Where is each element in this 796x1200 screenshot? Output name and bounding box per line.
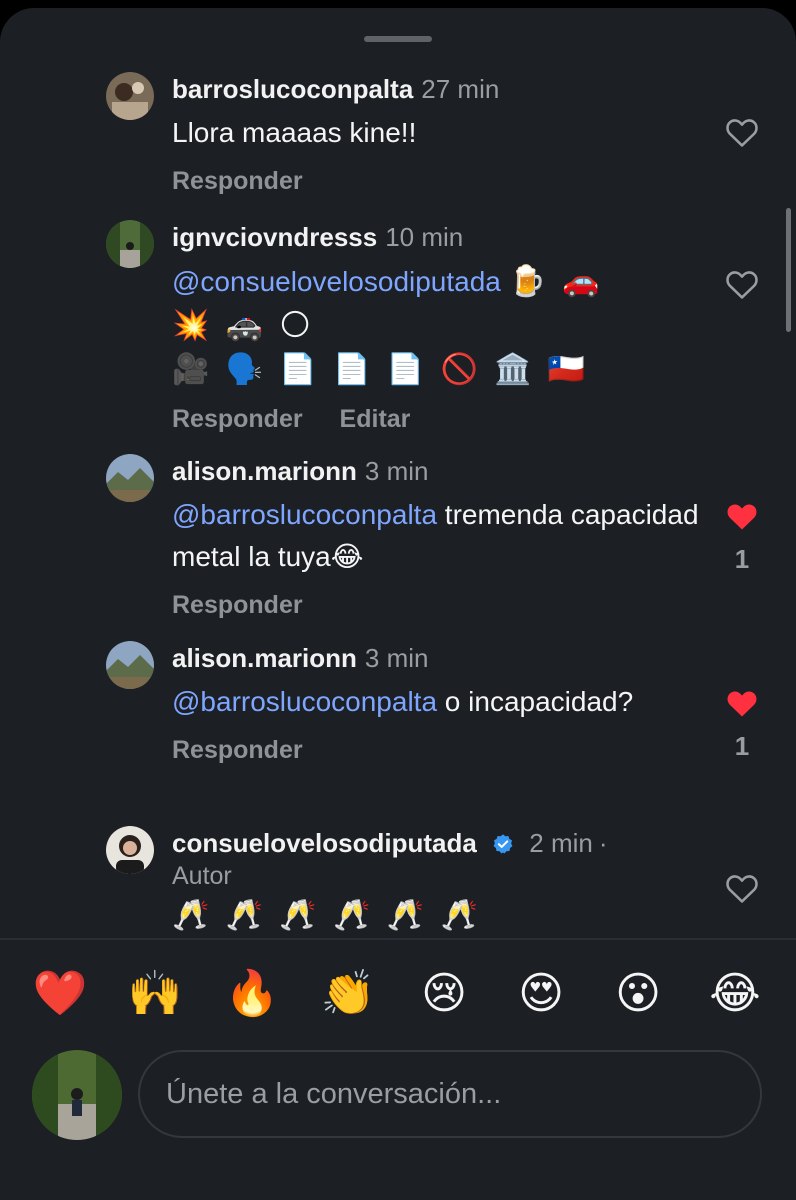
emoji-text: 🎥 🗣️ 📄 📄 📄 🚫 🏛️ 🇨🇱 — [172, 353, 590, 386]
comment-time: 27 min — [421, 74, 500, 104]
verified-badge-icon — [493, 834, 513, 854]
avatar[interactable] — [106, 641, 154, 689]
reaction-raised-hands-button[interactable]: 🙌 — [127, 966, 183, 1022]
mention-link[interactable]: @barroslucoconpalta — [172, 499, 437, 530]
comment-composer: Únete a la conversación... — [0, 1050, 796, 1142]
reaction-heart-button[interactable]: ❤️ — [32, 966, 88, 1022]
like-button[interactable] — [722, 872, 762, 904]
heart-outline-icon — [726, 119, 758, 147]
current-user-avatar[interactable] — [32, 1050, 122, 1140]
like-count: 1 — [734, 731, 750, 761]
emoji-text: 🍺 🚗 — [508, 265, 604, 298]
comment-time: 3 min — [364, 643, 429, 673]
heart-outline-icon — [726, 271, 758, 299]
like-button[interactable]: 1 — [722, 500, 762, 575]
reaction-heart-eyes-button[interactable]: 😍 — [513, 966, 569, 1022]
avatar[interactable] — [106, 220, 154, 268]
reaction-clap-button[interactable]: 👏 — [320, 966, 376, 1022]
like-count: 1 — [734, 544, 750, 574]
quick-reactions-bar: ❤️ 🙌 🔥 👏 😢 😍 😮 😂 — [0, 966, 796, 1026]
reaction-crying-button[interactable]: 😢 — [416, 966, 472, 1022]
avatar[interactable] — [106, 454, 154, 502]
comment-text: o incapacidad? — [437, 686, 634, 717]
comment-time: 2 min — [529, 828, 593, 858]
comment-time: 10 min — [385, 222, 464, 252]
comment-username[interactable]: barroslucoconpalta — [172, 74, 413, 104]
comment-username[interactable]: consuelovelosodiputada — [172, 828, 477, 858]
reply-button[interactable]: Responder — [172, 167, 303, 195]
reply-button[interactable]: Responder — [172, 736, 303, 764]
heart-filled-icon — [727, 504, 757, 530]
comment-time: 3 min — [364, 456, 429, 486]
separator-dot: · — [598, 828, 608, 858]
mention-link[interactable]: @barroslucoconpalta — [172, 686, 437, 717]
reaction-fire-button[interactable]: 🔥 — [224, 966, 280, 1022]
heart-outline-icon — [726, 875, 758, 903]
reply-button[interactable]: Responder — [172, 405, 303, 433]
like-button[interactable] — [722, 268, 762, 300]
scrollbar[interactable] — [786, 208, 791, 332]
avatar[interactable] — [106, 826, 154, 874]
mention-link[interactable]: @consuelovelosodiputada — [172, 266, 501, 297]
emoji-text: 💥 🚓 🌕 — [172, 309, 315, 342]
reaction-laughing-button[interactable]: 😂 — [707, 966, 763, 1022]
divider — [0, 938, 796, 940]
emoji-text: 🥂 🥂 🥂 🥂 🥂 🥂 — [172, 899, 482, 932]
like-button[interactable]: 1 — [722, 687, 762, 762]
comment-text: Llora maaaas kine!! — [172, 117, 417, 148]
comment-username[interactable]: alison.marionn — [172, 643, 357, 673]
drag-handle[interactable] — [364, 36, 432, 42]
reaction-surprised-button[interactable]: 😮 — [610, 966, 666, 1022]
like-button[interactable] — [722, 116, 762, 148]
comments-sheet: barroslucoconpalta 27 min Llora maaaas ki… — [0, 8, 796, 1200]
reply-button[interactable]: Responder — [172, 591, 303, 619]
comment-input[interactable]: Únete a la conversación... — [138, 1050, 762, 1138]
comment-username[interactable]: ignvciovndresss — [172, 222, 377, 252]
heart-filled-icon — [727, 691, 757, 717]
comment-username[interactable]: alison.marionn — [172, 456, 357, 486]
author-label: Autor — [172, 862, 232, 890]
edit-button[interactable]: Editar — [340, 405, 411, 433]
avatar[interactable] — [106, 72, 154, 120]
